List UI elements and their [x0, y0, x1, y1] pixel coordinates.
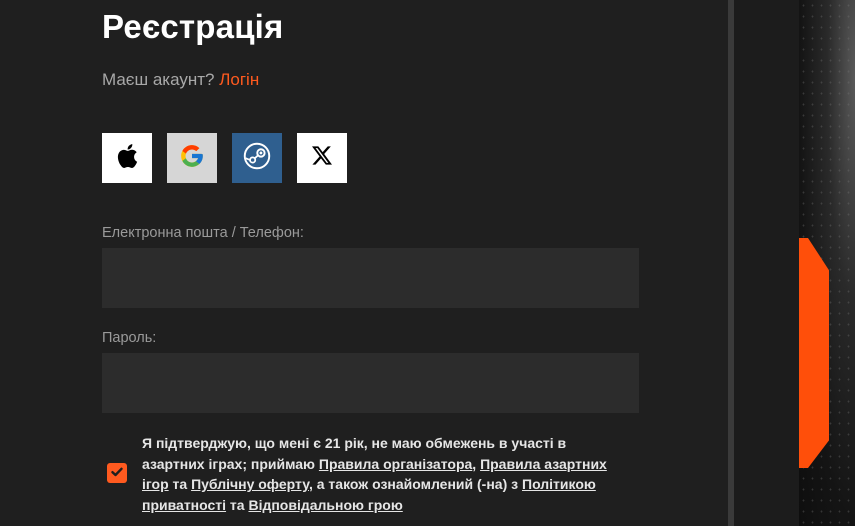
google-icon [179, 143, 205, 174]
password-label: Пароль: [102, 330, 157, 346]
page-title: Реєстрація [102, 8, 284, 45]
x-login-button[interactable] [297, 133, 347, 183]
registration-page: Реєстрація Маєш акаунт? Логін Електронна… [0, 0, 855, 526]
consent-part5: та [226, 496, 249, 513]
password-input[interactable] [102, 353, 639, 413]
have-account-line: Маєш акаунт? Логін [102, 70, 259, 90]
login-link[interactable]: Логін [219, 70, 259, 89]
banner-orange-shape [799, 238, 829, 468]
steam-login-button[interactable] [232, 133, 282, 183]
have-account-text: Маєш акаунт? [102, 70, 215, 89]
consent-checkbox[interactable] [107, 463, 127, 483]
consent-part4: , а також ознайомлений (-на) з [308, 476, 522, 492]
responsible-gaming-link[interactable]: Відповідальною грою [248, 497, 402, 513]
steam-icon [243, 142, 271, 175]
promo-banner [799, 0, 855, 526]
public-offer-link[interactable]: Публічну оферту [191, 476, 309, 492]
google-login-button[interactable] [167, 133, 217, 183]
organizer-rules-link[interactable]: Правила організатора [319, 456, 472, 472]
consent-part2: , [472, 455, 481, 472]
consent-part3: та [168, 476, 192, 492]
panel-gap [734, 0, 799, 526]
apple-icon [115, 143, 139, 174]
apple-login-button[interactable] [102, 133, 152, 183]
email-label: Електронна пошта / Телефон: [102, 225, 304, 241]
consent-text: Я підтверджую, що мені є 21 рік, не маю … [142, 433, 632, 515]
checkmark-icon [111, 464, 123, 482]
email-phone-input[interactable] [102, 248, 639, 308]
x-icon [312, 146, 332, 170]
